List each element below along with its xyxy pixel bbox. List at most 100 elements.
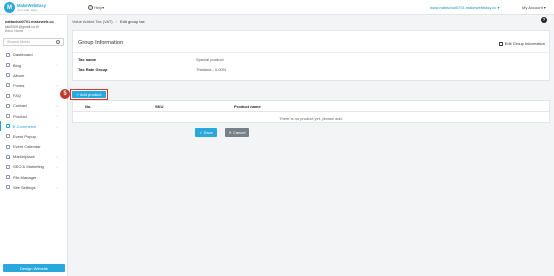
sidebar-item-label: SEO & Marketing: [13, 164, 44, 170]
chevron-down-icon: ‹: [55, 166, 60, 168]
column-header-product-name: Product name: [234, 104, 261, 109]
chevron-down-icon: ‹: [55, 125, 60, 128]
seo-icon: [6, 164, 10, 169]
breadcrumb-current: Edit group tax: [120, 19, 145, 24]
sidebar-item-faq[interactable]: FAQ: [0, 91, 67, 101]
sidebar-item-label: Contact: [13, 103, 27, 109]
sidebar-item-label: Marketplace: [13, 154, 35, 160]
product-table: No. SKU Product name There is no product…: [72, 100, 550, 123]
sidebar-item-site-settings[interactable]: Site Settings ‹: [0, 182, 67, 192]
help-label: Help: [94, 5, 103, 10]
sidebar-item-event-calendar[interactable]: Event Calendar: [0, 141, 67, 151]
settings-icon: [6, 185, 10, 190]
sidebar-item-event-popup[interactable]: Event Popup: [0, 131, 67, 141]
sidebar-item-contact[interactable]: Contact ‹: [0, 101, 67, 111]
card-divider: [73, 52, 549, 53]
step-marker: 5: [60, 89, 70, 99]
logo-icon: M: [4, 2, 15, 13]
cancel-button[interactable]: ✕ Cancel: [225, 128, 249, 137]
my-account-label: My Account: [522, 5, 543, 10]
breadcrumb-parent[interactable]: Value Added Tax (VAT): [72, 19, 113, 24]
sidebar-item-label: Blog: [13, 62, 22, 68]
sidebar-item-forms[interactable]: Forms ‹: [0, 80, 67, 90]
tax-rate-group-value: Thailand - 0.00%: [196, 67, 227, 72]
sidebar-item-label: Event Calendar: [13, 144, 41, 150]
logo-name: MakeWebEasy: [17, 2, 47, 8]
add-product-highlight: + Add product: [70, 89, 108, 100]
chevron-down-icon: ‹: [55, 85, 60, 87]
album-icon: [6, 73, 10, 78]
marketplace-icon: [6, 154, 10, 159]
sidebar-item-dashboard[interactable]: Dashboard: [0, 50, 67, 60]
save-label: Save: [203, 130, 213, 135]
user-name: nattachai0701.makeweb.co: [5, 20, 54, 24]
save-button[interactable]: ✓ Save: [195, 128, 217, 137]
forms-icon: [6, 83, 10, 88]
chevron-down-icon: ‹: [55, 156, 60, 158]
add-product-label: + Add product: [76, 92, 102, 97]
user-info: nattachai0701.makeweb.co kk0000f1@gmail.…: [0, 15, 67, 34]
search-menu-input[interactable]: Search Menu: [3, 37, 64, 46]
sidebar-item-label: Album: [13, 72, 25, 78]
calendar-icon: [6, 144, 10, 149]
empty-table-message: There is no product yet, please add.: [279, 116, 343, 121]
sidebar: nattachai0701.makeweb.co kk0000f1@gmail.…: [0, 15, 68, 276]
sidebar-item-file-manager[interactable]: File Manager: [0, 172, 67, 182]
blog-icon: [6, 63, 10, 68]
website-link[interactable]: www.nattachai0701.makewebeasy.co ▾: [430, 5, 500, 10]
sidebar-item-label: Forms: [13, 82, 25, 88]
faq-icon: [6, 93, 10, 98]
search-icon: [56, 39, 60, 44]
sidebar-item-marketplace[interactable]: Marketplace ‹: [0, 152, 67, 162]
chevron-down-icon: ‹: [55, 64, 60, 67]
chevron-down-icon: ▾: [102, 5, 105, 10]
question-icon: ?: [88, 5, 93, 10]
chevron-down-icon: ‹: [55, 187, 60, 189]
search-placeholder: Search Menu: [7, 39, 30, 44]
user-plan: Basic Name: [5, 29, 24, 34]
chevron-down-icon: ‹: [55, 115, 60, 118]
sidebar-nav: Dashboard Blog ‹ Album Forms ‹ FAQ Contact ‹ Prod…: [0, 50, 67, 193]
sidebar-item-product[interactable]: Product ‹: [0, 111, 67, 121]
sidebar-item-album[interactable]: Album: [0, 70, 67, 80]
cancel-label: Cancel: [233, 130, 246, 135]
column-header-sku: SKU: [155, 104, 164, 109]
sidebar-item-label: Event Popup: [13, 133, 36, 139]
my-account-menu[interactable]: My Account ▾: [522, 5, 546, 10]
chevron-down-icon: ‹: [55, 105, 60, 107]
tax-name-label: Tax name: [78, 57, 97, 62]
sidebar-item-seo-marketing[interactable]: SEO & Marketing ‹: [0, 162, 67, 172]
top-bar: M MakeWebEasy your web, easy ? Help ▾ ww…: [0, 0, 554, 15]
file-icon: [6, 175, 10, 180]
column-header-no: No.: [85, 104, 92, 109]
sidebar-item-label: FAQ: [13, 93, 22, 99]
tax-rate-group-label: Tax Rate Group: [78, 67, 108, 72]
sidebar-item-label: File Manager: [13, 174, 37, 180]
table-divider: [73, 111, 549, 112]
tax-name-value: Special product: [196, 57, 224, 62]
sidebar-item-label: E-Commerce: [12, 123, 37, 129]
logo-tagline: your web, easy: [17, 7, 38, 12]
product-icon: [6, 114, 10, 118]
help-menu[interactable]: ? Help ▾: [88, 5, 104, 10]
website-link-text: www.nattachai0701.makewebeasy.co: [430, 5, 497, 10]
design-website-label: Design Website: [20, 265, 48, 271]
help-circle-icon[interactable]: ?: [541, 17, 547, 23]
card-title: Group Information: [78, 40, 124, 46]
logo[interactable]: M MakeWebEasy your web, easy: [4, 2, 46, 13]
edit-icon: [498, 41, 503, 46]
edit-group-label: Edit Group Information: [504, 41, 545, 46]
sidebar-item-e-commerce[interactable]: E-Commerce ‹: [0, 121, 67, 132]
dashboard-icon: [6, 52, 10, 57]
ecommerce-icon: [5, 124, 10, 129]
breadcrumb-separator: /: [115, 19, 117, 24]
edit-group-button[interactable]: Edit Group Information: [498, 41, 545, 46]
popup-icon: [6, 134, 10, 139]
sidebar-item-blog[interactable]: Blog ‹: [0, 60, 67, 70]
add-product-button[interactable]: + Add product: [72, 91, 106, 98]
design-website-button[interactable]: Design Website: [3, 264, 65, 272]
sidebar-item-label: Product: [13, 113, 27, 119]
group-information-card: Group Information Edit Group Information…: [72, 30, 550, 81]
sidebar-item-label: Site Settings: [13, 184, 36, 190]
breadcrumb: Value Added Tax (VAT) / Edit group tax: [72, 19, 145, 24]
